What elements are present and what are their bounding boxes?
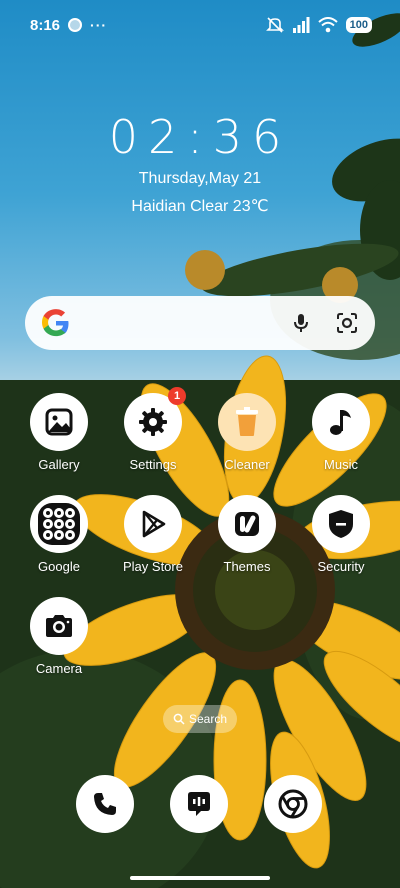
wifi-icon [317,17,338,33]
app-label: Music [324,457,358,472]
search-pill-label: Search [188,712,228,726]
trash-icon [218,393,276,451]
dock-messages[interactable] [170,775,228,833]
app-label: Settings [129,457,177,472]
app-label: Google [38,559,80,574]
app-label: Gallery [38,457,80,472]
dock-phone[interactable] [76,775,134,833]
status-time: 8:16 [30,16,61,34]
mute-icon [265,17,284,33]
music-note-icon [312,393,370,451]
gesture-nav-handle[interactable] [130,876,270,880]
notification-badge: 1 [168,387,186,405]
play-store-icon [124,495,182,553]
app-label: Cleaner [224,457,270,472]
app-cleaner[interactable]: Cleaner [207,393,287,472]
clock-widget[interactable]: 02:36 Thursday,May 21 Haidian Clear 23℃ [0,110,400,216]
status-bar: 8:16 ··· 100 [0,0,400,50]
notification-app-icon [68,18,83,32]
app-music[interactable]: Music [301,393,381,472]
mic-icon[interactable] [289,311,313,335]
google-folder-icon [30,495,88,553]
app-google-folder[interactable]: Google [19,495,99,574]
lens-icon[interactable] [335,311,359,335]
dock-chrome[interactable] [264,775,322,833]
battery-icon: 100 [345,17,372,33]
phone-icon [76,775,134,833]
clock-time: 02:36 [108,110,292,164]
search-icon [173,713,185,725]
themes-icon [218,495,276,553]
gallery-icon [30,393,88,451]
app-label: Security [317,559,365,574]
app-settings[interactable]: 1 Settings [113,387,193,472]
app-search-pill[interactable]: Search [163,705,237,733]
camera-icon [30,597,88,655]
google-logo-icon [42,309,69,337]
app-play-store[interactable]: Play Store [113,495,193,574]
app-gallery[interactable]: Gallery [19,393,99,472]
more-notifications-icon: ··· [90,17,108,33]
google-search-bar[interactable] [25,296,375,350]
clock-date: Thursday,May 21 [138,170,262,187]
app-themes[interactable]: Themes [207,495,287,574]
app-camera[interactable]: Camera [19,597,99,676]
chrome-icon [264,775,322,833]
weather-text: Haidian Clear 23℃ [131,198,269,215]
app-security[interactable]: Security [301,495,381,574]
app-label: Themes [223,559,271,574]
shield-icon [312,495,370,553]
messages-icon [170,775,228,833]
app-label: Play Store [123,559,183,574]
signal-icon [292,17,310,33]
app-label: Camera [35,661,83,676]
gear-icon: 1 [124,387,186,451]
